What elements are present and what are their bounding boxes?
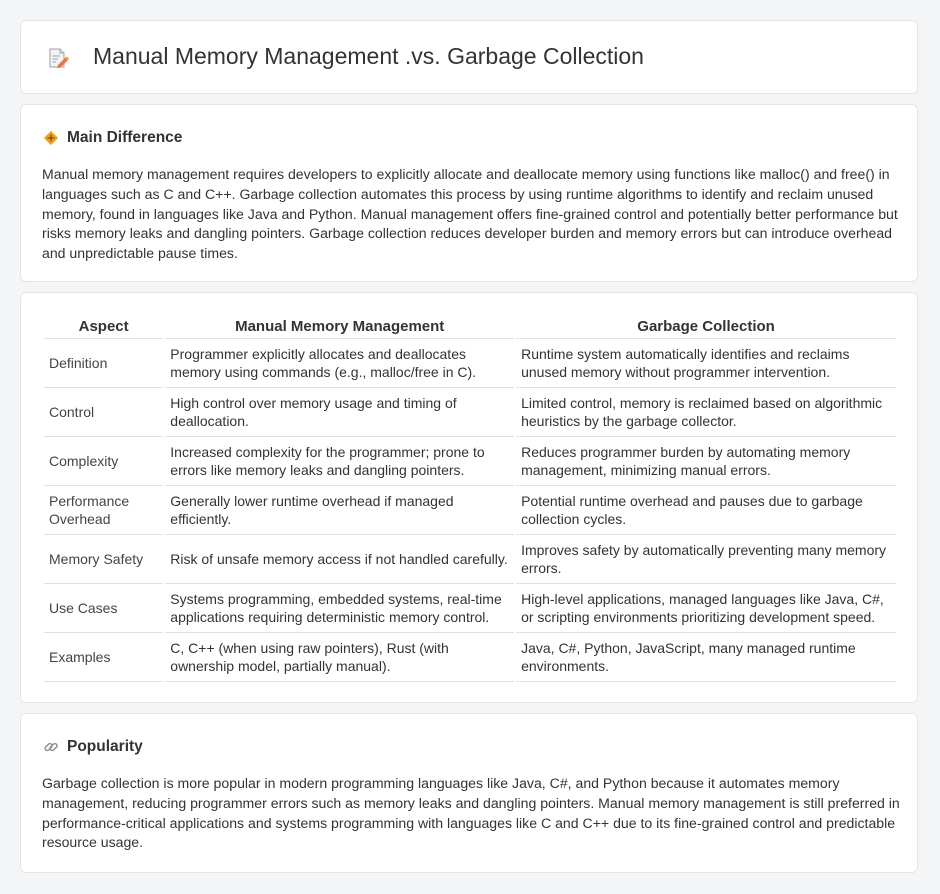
gc-cell: Java, C#, Python, JavaScript, many manag… bbox=[516, 633, 896, 682]
manual-cell: Programmer explicitly allocates and deal… bbox=[165, 339, 515, 388]
main-difference-heading: Main Difference bbox=[43, 129, 182, 147]
gc-cell: High-level applications, managed languag… bbox=[516, 584, 896, 633]
title-card: Manual Memory Management .vs. Garbage Co… bbox=[20, 20, 918, 94]
manual-cell: Risk of unsafe memory access if not hand… bbox=[165, 535, 515, 584]
aspect-cell: Performance Overhead bbox=[44, 486, 164, 535]
table-row: Memory Safety Risk of unsafe memory acce… bbox=[44, 535, 896, 584]
gc-cell: Runtime system automatically identifies … bbox=[516, 339, 896, 388]
header-manual: Manual Memory Management bbox=[165, 314, 515, 339]
table-row: Use Cases Systems programming, embedded … bbox=[44, 584, 896, 633]
diamond-icon bbox=[43, 130, 59, 146]
main-difference-card: Main Difference Manual memory management… bbox=[20, 104, 918, 282]
aspect-cell: Use Cases bbox=[44, 584, 164, 633]
table-row: Examples C, C++ (when using raw pointers… bbox=[44, 633, 896, 682]
header-gc: Garbage Collection bbox=[516, 314, 896, 339]
aspect-cell: Complexity bbox=[44, 437, 164, 486]
link-icon bbox=[43, 739, 59, 755]
gc-cell: Potential runtime overhead and pauses du… bbox=[516, 486, 896, 535]
manual-cell: Systems programming, embedded systems, r… bbox=[165, 584, 515, 633]
table-header-row: Aspect Manual Memory Management Garbage … bbox=[44, 314, 896, 339]
document-pencil-icon bbox=[47, 47, 70, 69]
aspect-cell: Control bbox=[44, 388, 164, 437]
gc-cell: Limited control, memory is reclaimed bas… bbox=[516, 388, 896, 437]
popularity-text: Garbage collection is more popular in mo… bbox=[42, 775, 900, 851]
header-aspect: Aspect bbox=[44, 314, 164, 339]
comparison-table: Aspect Manual Memory Management Garbage … bbox=[42, 314, 898, 682]
main-difference-label: Main Difference bbox=[67, 129, 183, 146]
gc-cell: Improves safety by automatically prevent… bbox=[516, 535, 896, 584]
main-difference-text: Manual memory management requires develo… bbox=[42, 166, 898, 262]
aspect-cell: Memory Safety bbox=[44, 535, 164, 584]
table-row: Control High control over memory usage a… bbox=[44, 388, 896, 437]
popularity-label: Popularity bbox=[67, 738, 143, 755]
aspect-cell: Examples bbox=[44, 633, 164, 682]
popularity-heading: Popularity bbox=[43, 738, 143, 756]
table-row: Performance Overhead Generally lower run… bbox=[44, 486, 896, 535]
manual-cell: C, C++ (when using raw pointers), Rust (… bbox=[165, 633, 515, 682]
page-title: Manual Memory Management .vs. Garbage Co… bbox=[93, 43, 644, 69]
aspect-cell: Definition bbox=[44, 339, 164, 388]
manual-cell: High control over memory usage and timin… bbox=[165, 388, 515, 437]
table-row: Definition Programmer explicitly allocat… bbox=[44, 339, 896, 388]
popularity-card: Popularity Garbage collection is more po… bbox=[20, 713, 918, 873]
comparison-card: Aspect Manual Memory Management Garbage … bbox=[20, 292, 918, 703]
manual-cell: Increased complexity for the programmer;… bbox=[165, 437, 515, 486]
manual-cell: Generally lower runtime overhead if mana… bbox=[165, 486, 515, 535]
gc-cell: Reduces programmer burden by automating … bbox=[516, 437, 896, 486]
table-row: Complexity Increased complexity for the … bbox=[44, 437, 896, 486]
